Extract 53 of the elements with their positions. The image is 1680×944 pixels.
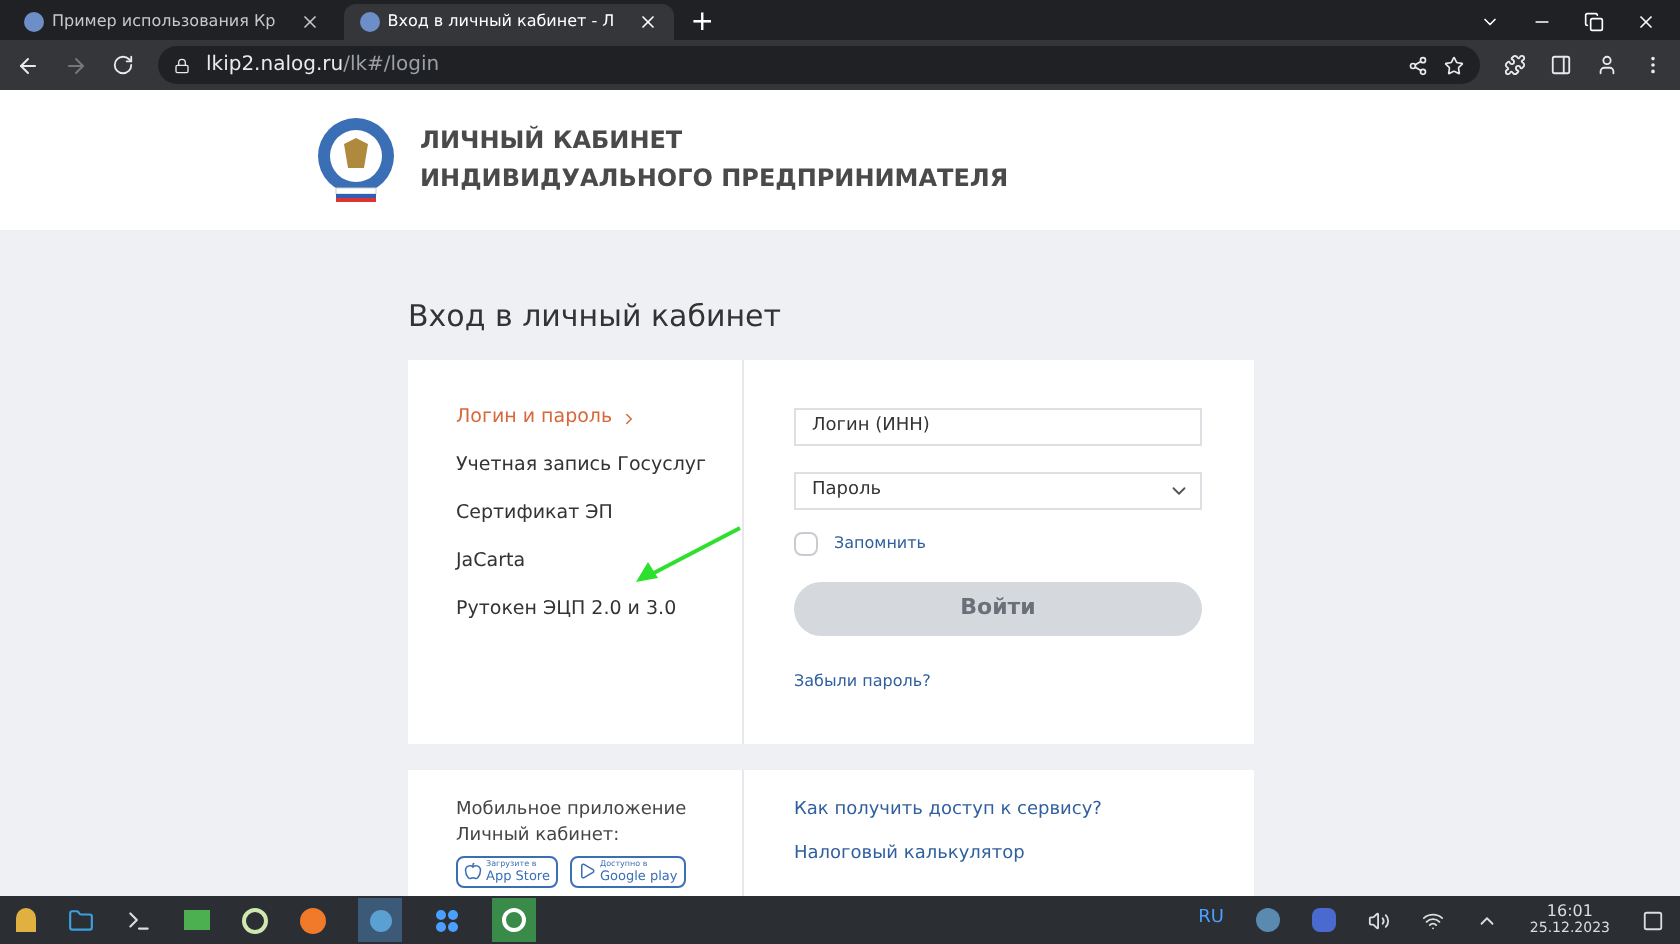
wifi-icon[interactable] [1421,909,1444,931]
address-bar[interactable]: lkip2.nalog.ru/lk#/login [158,46,1480,84]
help-link[interactable]: Налоговый калькулятор [794,842,1025,869]
login-method-item[interactable]: JaCarta [456,547,742,579]
login-method-item[interactable]: Учетная запись Госуслуг [456,451,742,483]
password-field[interactable]: Пароль [794,471,1202,509]
login-method-item[interactable]: Рутокен ЭЦП 2.0 и 3.0 [456,595,742,627]
forgot-password-link[interactable]: Забыли пароль? [794,669,931,693]
share-icon[interactable] [1408,55,1428,75]
language-indicator[interactable]: RU [1198,906,1224,934]
browser-app-icon[interactable] [300,907,326,933]
extensions-icon[interactable] [1504,54,1526,76]
login-method-item[interactable]: Сертификат ЭП [456,499,742,531]
help-link[interactable]: Как получить доступ к сервису? [794,797,1102,824]
terminal-icon[interactable] [126,907,152,933]
file-manager-icon[interactable] [68,907,94,933]
reload-icon[interactable] [112,54,134,76]
header-title: ЛИЧНЫЙ КАБИНЕТ [420,123,685,158]
page-title: Вход в личный кабинет [408,296,783,338]
tray-app-icon[interactable] [1311,908,1336,932]
browser-tab[interactable]: Вход в личный кабинет - Л [343,4,675,40]
favicon-icon [24,12,44,32]
url-text: lkip2.nalog.ru/lk#/login [206,52,440,80]
new-tab-button[interactable]: + [682,4,722,40]
close-tab-icon[interactable] [638,12,659,32]
remember-checkbox[interactable] [794,531,818,555]
login-method-item[interactable]: Логин и пароль [456,403,742,435]
mobile-app-text: Мобильное приложение [456,797,689,823]
mobile-app-text: Личный кабинет: [456,823,622,849]
apple-icon [464,862,482,880]
login-field[interactable]: Логин (ИНН) [794,407,1202,445]
side-panel-icon[interactable] [1550,54,1572,76]
bookmark-star-icon[interactable] [1444,55,1464,75]
circle-app-icon[interactable] [242,907,268,933]
notifications-icon[interactable] [1642,909,1664,931]
close-icon[interactable] [1636,12,1656,32]
remember-label: Запомнить [834,531,926,555]
annotation-arrow [632,523,744,583]
tray-app-icon[interactable] [1255,908,1280,932]
volume-icon[interactable] [1367,909,1390,931]
close-tab-icon[interactable] [299,12,320,32]
play-icon [577,862,596,880]
restore-icon[interactable] [1584,12,1604,32]
lock-icon [174,57,190,73]
favicon-icon [359,12,380,32]
profile-icon[interactable] [1596,54,1618,76]
active-app-icon[interactable] [492,898,536,942]
back-icon[interactable] [16,53,40,77]
emblem-logo-icon [316,116,396,204]
start-menu-icon[interactable] [16,908,36,932]
header-title: ИНДИВИДУАЛЬНОГО ПРЕДПРИНИМАТЕЛЯ [420,162,1009,196]
forward-icon[interactable] [64,53,88,77]
browser-tab[interactable]: Пример использования Кр [8,4,336,40]
